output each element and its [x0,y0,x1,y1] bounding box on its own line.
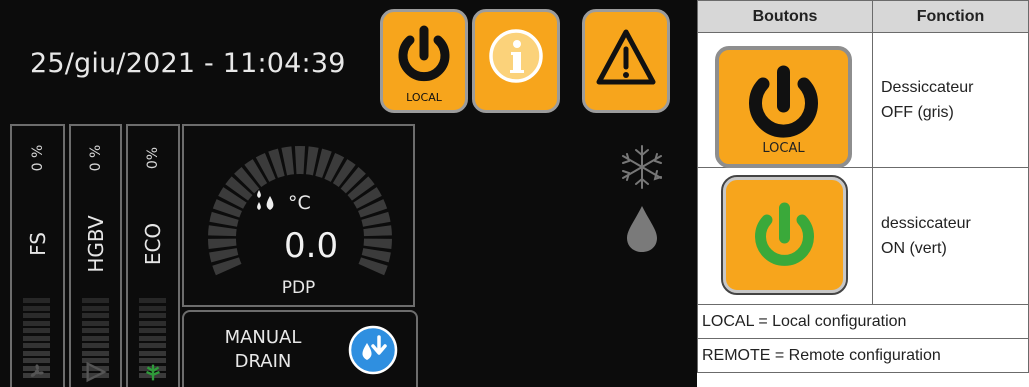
level-segment [82,313,109,318]
level-segment [23,350,50,356]
eco-level-bar: 0% ECO [126,124,180,387]
drain-label-line1: MANUAL [224,327,302,348]
datetime-display: 25/giu/2021 - 11:04:39 [30,48,346,79]
level-segment [139,335,166,341]
pdp-gauge: °C 0.0 PDP [182,124,415,307]
header-fonction: Fonction [872,0,1029,33]
level-segment [139,298,166,303]
level-segment [82,298,109,303]
info-button[interactable] [472,9,560,113]
gauge-segment [208,238,237,249]
level-segment [23,320,50,326]
fan-icon [30,364,44,377]
hgbv-level-bar: 0 % HGBV [69,124,122,387]
power-icon [749,65,818,138]
on-function-line1: dessiccateur [881,215,971,232]
gauge-segment [294,146,306,175]
power-button-label: LOCAL [406,91,442,104]
on-button-image [721,175,848,295]
gauge-unit: °C [288,192,311,214]
warning-icon [596,29,656,85]
dryer-control-panel: 25/giu/2021 - 11:04:39 LOCAL 0 % FS 0 % … [0,0,697,387]
button-legend-table: Boutons Fonction LOCAL Dessiccateur OFF … [697,0,1029,387]
gauge-value: 0.0 [284,226,339,266]
hgbv-percent: 0 % [87,144,104,172]
level-segment [23,313,50,318]
hgbv-label: HGBV [83,215,108,273]
fs-percent: 0 % [29,144,46,172]
level-segment [139,320,166,326]
level-segment [139,305,166,311]
level-segment [23,335,50,341]
off-function-line1: Dessiccateur [881,79,974,96]
power-local-button[interactable]: LOCAL [380,9,468,113]
level-segment [82,305,109,311]
footnote-local: LOCAL = Local configuration [697,304,1029,339]
gauge-segment [363,238,392,249]
level-segment [82,328,109,333]
water-drop-icon [627,206,657,252]
level-segment [23,298,50,303]
off-button-label: LOCAL [762,141,805,156]
header-boutons: Boutons [697,0,873,33]
footnote-remote: REMOTE = Remote configuration [697,338,1029,373]
manual-drain-button[interactable]: MANUAL DRAIN [182,310,418,387]
snowflake-icon [622,145,662,189]
level-segment [139,328,166,333]
off-function-cell: Dessiccateur OFF (gris) [872,32,1029,168]
level-segment [82,350,109,356]
power-icon [755,202,814,266]
droplets-icon [257,190,274,210]
level-segment [139,313,166,318]
off-button-image: LOCAL [715,46,852,168]
level-segment [82,335,109,341]
leaf-icon [146,364,160,381]
off-function-line2: OFF (gris) [881,104,954,121]
on-button-image-cell [697,167,873,305]
drain-label-line2: DRAIN [234,351,292,372]
fs-level-bar: 0 % FS [10,124,65,387]
level-segment [23,343,50,348]
gauge-segment [363,225,392,237]
fs-label: FS [25,232,50,256]
level-segment [23,328,50,333]
level-segment [82,320,109,326]
drain-drop-icon [348,325,398,375]
level-segment [139,343,166,348]
on-function-cell: dessiccateur ON (vert) [872,167,1029,305]
eco-label: ECO [141,222,165,266]
eco-percent: 0% [145,146,161,170]
off-button-image-cell: LOCAL [697,32,873,168]
level-segment [23,305,50,311]
on-function-line2: ON (vert) [881,240,947,257]
gauge-label: PDP [281,278,316,298]
play-icon [86,361,107,383]
level-segment [139,350,166,356]
warning-button[interactable] [582,9,670,113]
level-segment [82,343,109,348]
info-icon [489,29,543,83]
gauge-segment [208,225,237,237]
